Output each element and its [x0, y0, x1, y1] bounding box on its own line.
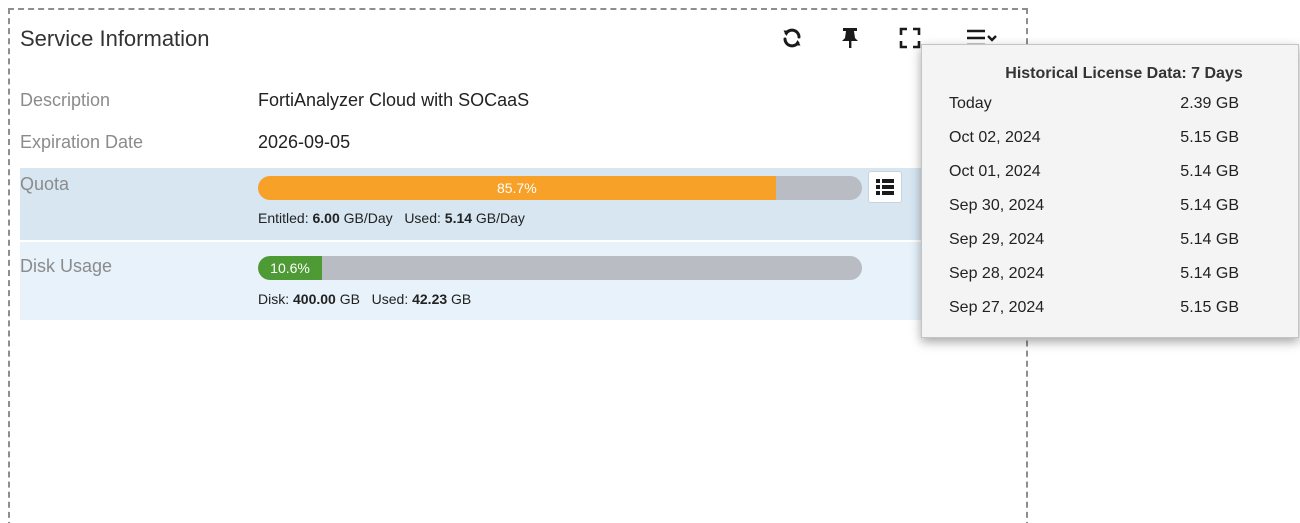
expiration-value: 2026-09-05: [258, 132, 351, 152]
quota-used-label: Used:: [404, 210, 441, 226]
disk-unit: GB: [339, 291, 360, 307]
history-date: Oct 01, 2024: [949, 163, 1041, 180]
quota-percent-text: 85.7%: [496, 180, 537, 196]
popup-title: Historical License Data: 7 Days: [1005, 65, 1243, 82]
disk-label: Disk:: [258, 291, 290, 307]
history-row: Sep 28, 2024 5.14 GB: [949, 265, 1239, 295]
disk-percent-text: 10.6%: [270, 260, 310, 276]
description-value: FortiAnalyzer Cloud with SOCaaS: [258, 90, 530, 110]
history-row: Oct 01, 2024 5.14 GB: [949, 163, 1239, 193]
history-date: Sep 29, 2024: [949, 231, 1045, 248]
description-label: Description: [20, 90, 111, 110]
history-date: Oct 02, 2024: [949, 129, 1041, 146]
disk-progress-fill: 10.6%: [258, 256, 323, 280]
history-size: 5.14 GB: [1180, 231, 1239, 248]
quota-label: Quota: [20, 174, 70, 194]
quota-used-value: 5.14: [444, 210, 473, 226]
table-list-icon: [876, 179, 894, 195]
service-information-widget: Service Information Description FortiAna…: [8, 8, 1028, 523]
history-size: 5.14 GB: [1180, 163, 1239, 180]
disk-used-label: Used:: [371, 291, 409, 307]
history-row: Sep 27, 2024 5.15 GB: [949, 299, 1239, 329]
fullscreen-icon[interactable]: [896, 24, 924, 52]
quota-progress-fill: 85.7%: [258, 176, 776, 200]
history-row: Today 2.39 GB: [949, 95, 1239, 125]
historical-license-popup: Historical License Data: 7 Days Today 2.3…: [921, 44, 1299, 338]
entitled-value: 6.00: [312, 210, 340, 226]
description-row: Description FortiAnalyzer Cloud with SOC…: [20, 82, 1020, 122]
history-size: 5.15 GB: [1180, 129, 1239, 146]
history-row: Sep 30, 2024 5.14 GB: [949, 197, 1239, 227]
disk-progress-bar: 10.6%: [258, 256, 862, 280]
widget-title: Service Information: [20, 26, 210, 51]
history-date: Sep 30, 2024: [949, 197, 1045, 214]
expiration-row: Expiration Date 2026-09-05: [20, 124, 1020, 164]
expiration-label: Expiration Date: [20, 132, 144, 152]
entitled-unit: GB/Day: [343, 210, 393, 226]
dashboard-stage: Service Information Description FortiAna…: [0, 0, 1300, 523]
quota-caption: Entitled: 6.00 GB/Day Used: 5.14 GB/Day: [258, 210, 525, 226]
refresh-icon[interactable]: [778, 24, 806, 52]
history-table-button[interactable]: [868, 171, 902, 203]
disk-used-unit: GB: [451, 291, 472, 307]
disk-usage-label: Disk Usage: [20, 256, 113, 276]
history-size: 5.14 GB: [1180, 197, 1239, 214]
history-row: Oct 02, 2024 5.15 GB: [949, 129, 1239, 159]
history-date: Today: [949, 95, 992, 112]
quota-used-unit: GB/Day: [475, 210, 525, 226]
disk-caption: Disk: 400.00 GB Used: 42.23 GB: [258, 291, 471, 307]
quota-row: Quota 85.7% Entitled: 6.00 GB/Day Used: …: [20, 168, 1020, 240]
pin-icon[interactable]: [836, 24, 864, 52]
history-size: 5.15 GB: [1180, 299, 1239, 316]
entitled-label: Entitled:: [258, 210, 309, 226]
history-row: Sep 29, 2024 5.14 GB: [949, 231, 1239, 261]
history-date: Sep 27, 2024: [949, 299, 1045, 316]
disk-usage-row: Disk Usage 10.6% Disk: 400.00 GB Used: 4…: [20, 242, 1020, 320]
history-size: 2.39 GB: [1180, 95, 1239, 112]
history-size: 5.14 GB: [1180, 265, 1239, 282]
disk-used-value: 42.23: [412, 291, 448, 307]
history-date: Sep 28, 2024: [949, 265, 1045, 282]
quota-progress-bar: 85.7%: [258, 176, 862, 200]
disk-value: 400.00: [293, 291, 336, 307]
